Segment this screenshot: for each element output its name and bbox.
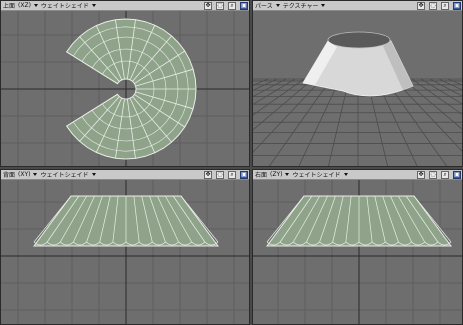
shading-dropdown[interactable]: ウェイトシェイド (41, 1, 96, 10)
view-type-dropdown[interactable]: 上面 (3, 1, 15, 10)
move-view-icon[interactable]: ✥ (417, 170, 425, 179)
axis-dropdown[interactable]: (ZY) (270, 171, 290, 178)
chevron-down-icon (321, 4, 326, 7)
chevron-down-icon (33, 173, 38, 176)
mesh-side (33, 195, 219, 247)
view-type-dropdown[interactable]: 右面 (255, 170, 267, 179)
shading-dropdown[interactable]: ウェイトシェイド (292, 170, 348, 179)
rotate-view-icon[interactable]: ◌ (216, 1, 224, 10)
view-type-dropdown[interactable]: 背面 (3, 170, 15, 179)
maximize-icon[interactable]: ▣ (240, 170, 248, 179)
viewport-toolbar: 上面 (XZ) ウェイトシェイド ✥ ◌ ⌕ ▣ (1, 1, 249, 11)
viewport-back[interactable]: 背面 (XY) ウェイトシェイド ✥ ◌ ⌕ ▣ (0, 169, 250, 325)
axis-dropdown[interactable]: (XY) (18, 171, 38, 178)
rotate-view-icon[interactable]: ◌ (429, 170, 437, 179)
viewport-canvas[interactable] (1, 180, 250, 325)
shading-dropdown[interactable]: ウェイトシェイド (40, 170, 96, 179)
move-view-icon[interactable]: ✥ (204, 1, 212, 10)
maximize-icon[interactable]: ▣ (453, 170, 461, 179)
maximize-icon[interactable]: ▣ (240, 1, 248, 10)
modeler-viewports: 上面 (XZ) ウェイトシェイド ✥ ◌ ⌕ ▣ パース テクスチャー ✥ ◌ … (0, 0, 463, 325)
zoom-icon[interactable]: ⌕ (228, 170, 236, 179)
mesh-opening (327, 31, 391, 49)
chevron-down-icon (275, 4, 280, 7)
rotate-view-icon[interactable]: ◌ (216, 170, 224, 179)
axis-dropdown[interactable]: (XZ) (18, 2, 38, 9)
chevron-down-icon (33, 4, 38, 7)
viewport-toolbar: 背面 (XY) ウェイトシェイド ✥ ◌ ⌕ ▣ (1, 170, 249, 180)
zoom-icon[interactable]: ⌕ (228, 1, 236, 10)
viewport-canvas[interactable] (1, 11, 250, 167)
move-view-icon[interactable]: ✥ (204, 170, 212, 179)
viewport-perspective[interactable]: パース テクスチャー ✥ ◌ ⌕ ▣ (252, 0, 463, 167)
zoom-icon[interactable]: ⌕ (441, 170, 449, 179)
chevron-down-icon (285, 173, 290, 176)
shading-dropdown[interactable]: テクスチャー (283, 1, 326, 10)
mesh-side (266, 195, 452, 247)
viewport-top[interactable]: 上面 (XZ) ウェイトシェイド ✥ ◌ ⌕ ▣ (0, 0, 250, 167)
chevron-down-icon (91, 173, 96, 176)
chevron-down-icon (343, 173, 348, 176)
rotate-view-icon[interactable]: ◌ (429, 1, 437, 10)
viewport-right[interactable]: 右面 (ZY) ウェイトシェイド ✥ ◌ ⌕ ▣ (252, 169, 463, 325)
move-view-icon[interactable]: ✥ (417, 1, 425, 10)
view-type-dropdown[interactable]: パース (255, 1, 280, 10)
viewport-toolbar: パース テクスチャー ✥ ◌ ⌕ ▣ (253, 1, 462, 11)
zoom-icon[interactable]: ⌕ (441, 1, 449, 10)
viewport-canvas[interactable] (253, 11, 463, 167)
viewport-toolbar: 右面 (ZY) ウェイトシェイド ✥ ◌ ⌕ ▣ (253, 170, 462, 180)
maximize-icon[interactable]: ▣ (453, 1, 461, 10)
viewport-canvas[interactable] (253, 180, 463, 325)
chevron-down-icon (91, 4, 96, 7)
